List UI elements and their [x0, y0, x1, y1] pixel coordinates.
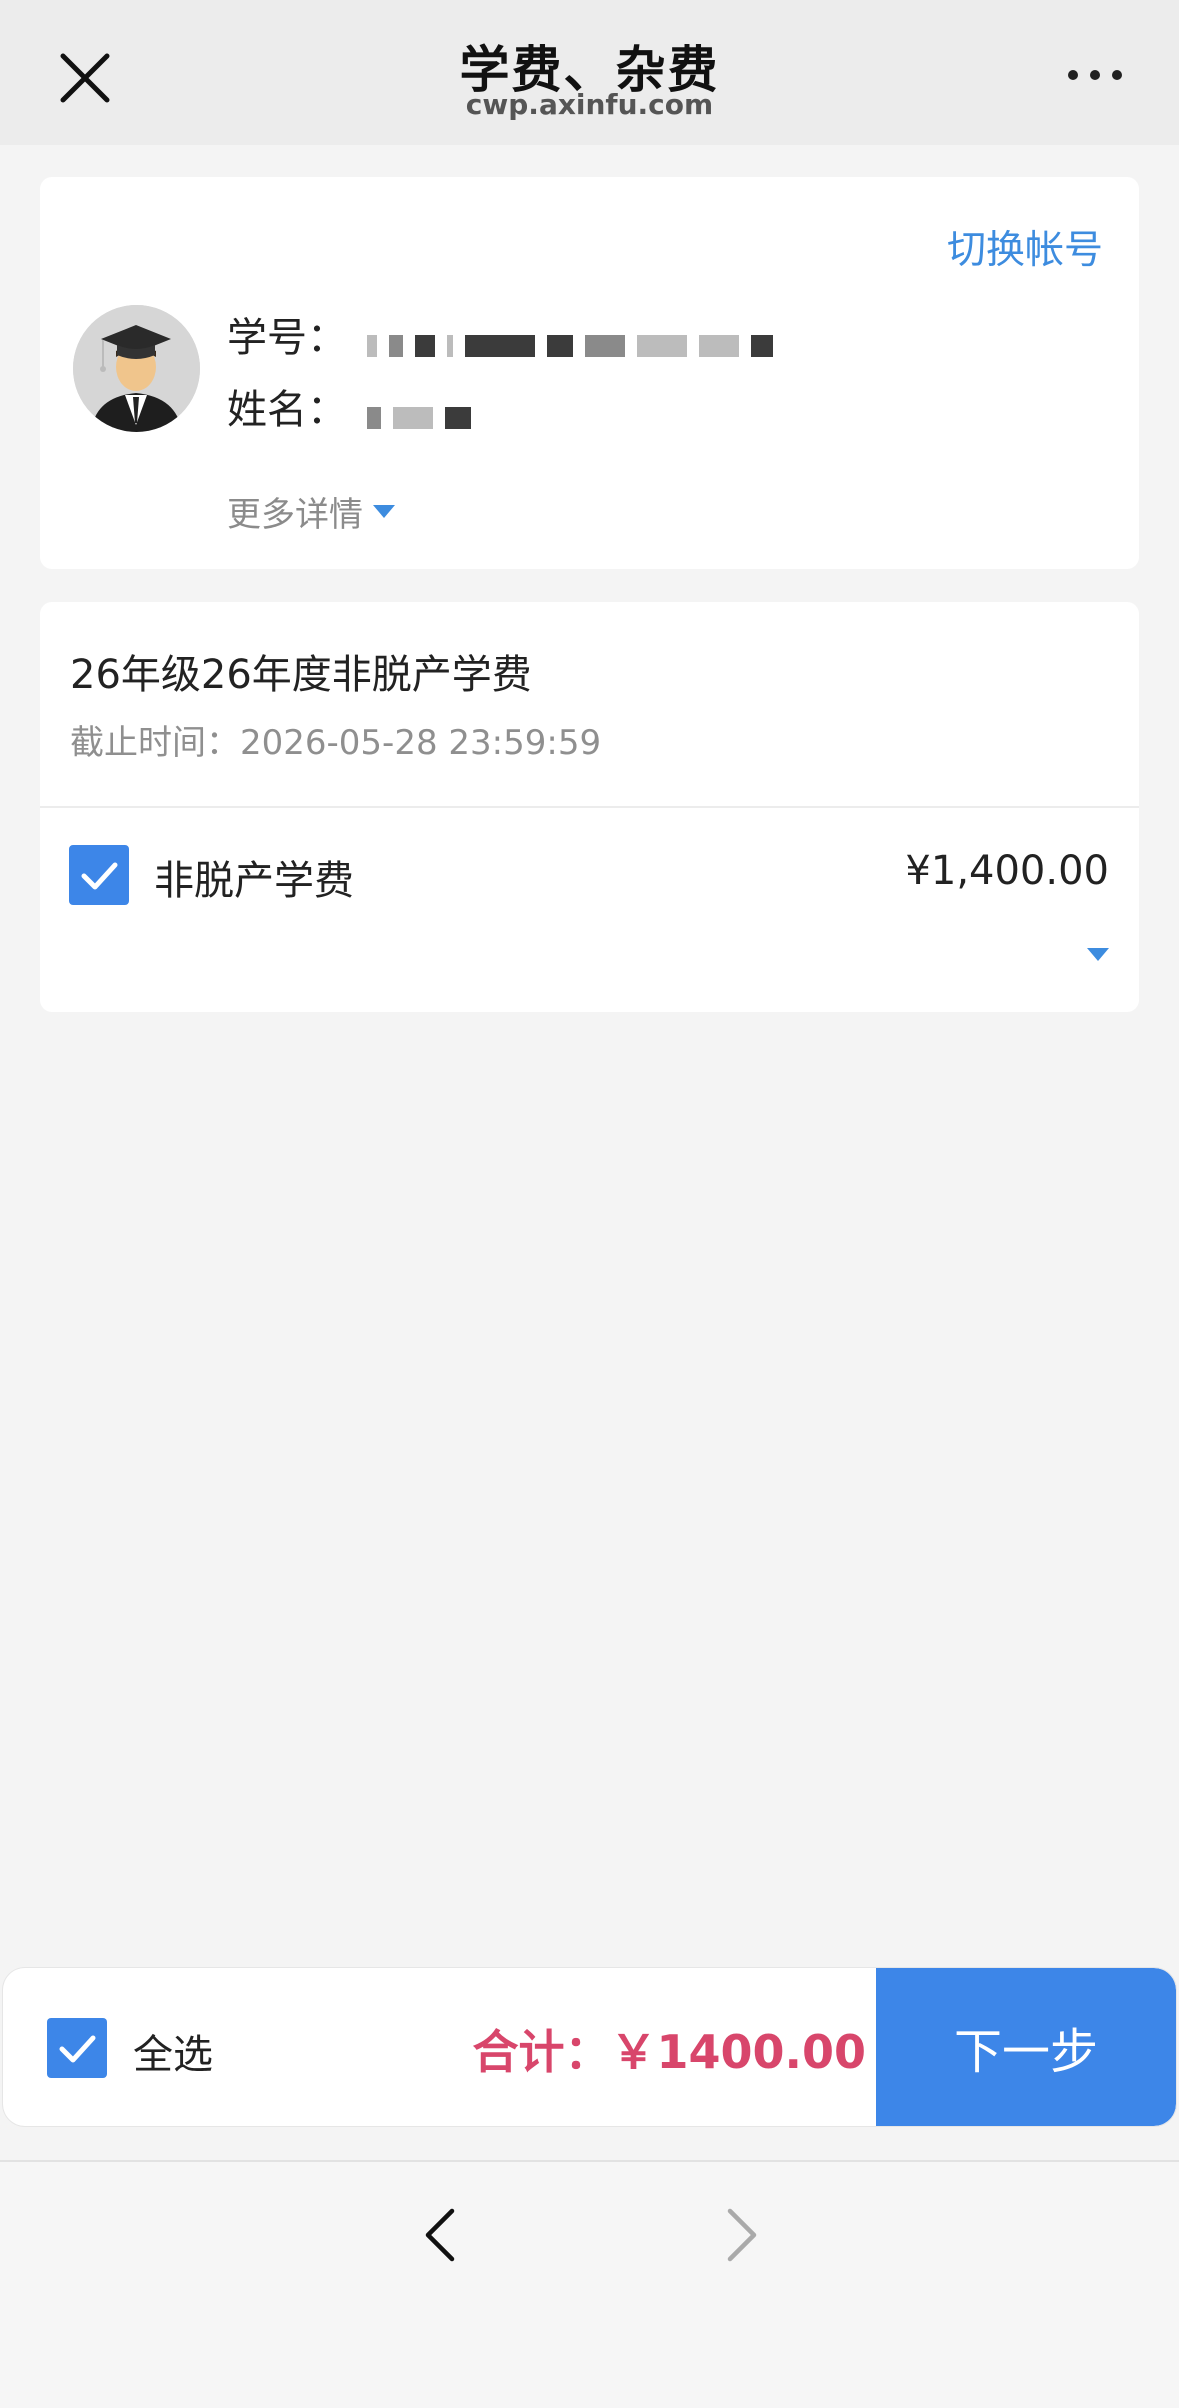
student-name-label: 姓名：: [227, 387, 347, 433]
checkout-bar: 全选 合计：￥1400.00 下一步: [3, 1968, 1176, 2126]
student-name-row: 姓名：: [227, 377, 483, 435]
browser-nav-bar: [0, 2162, 1179, 2408]
student-id-row: 学号：: [227, 305, 785, 363]
more-options-icon[interactable]: [1065, 60, 1125, 90]
student-id-redacted: [367, 321, 785, 357]
fee-title: 26年级26年度非脱产学费: [70, 652, 532, 698]
select-all-label: 全选: [133, 2032, 213, 2078]
fee-item-amount: ¥1,400.00: [905, 848, 1109, 894]
select-all-checkbox[interactable]: [47, 2018, 107, 2078]
fee-card: 26年级26年度非脱产学费 截止时间：2026-05-28 23:59:59 非…: [40, 602, 1139, 1012]
back-arrow-icon[interactable]: [420, 2205, 460, 2265]
fee-item-checkbox[interactable]: [69, 845, 129, 905]
fee-deadline: 截止时间：2026-05-28 23:59:59: [70, 723, 602, 763]
fee-item-label: 非脱产学费: [154, 858, 354, 904]
forward-arrow-icon[interactable]: [722, 2205, 762, 2265]
next-step-button[interactable]: 下一步: [876, 1968, 1176, 2126]
more-details-label: 更多详情: [227, 495, 363, 535]
total-amount: 合计：￥1400.00: [472, 2025, 866, 2079]
divider: [40, 806, 1139, 808]
graduate-avatar-icon: [73, 305, 200, 432]
account-card: 切换帐号 学号： 姓名： 更多详情: [40, 177, 1139, 569]
student-name-redacted: [367, 393, 483, 429]
switch-account-link[interactable]: 切换帐号: [947, 219, 1103, 275]
top-nav-bar: 学费、杂费 cwp.axinfu.com: [0, 0, 1179, 145]
expand-caret-icon[interactable]: [1087, 948, 1109, 961]
caret-down-icon: [373, 505, 395, 518]
student-id-label: 学号：: [227, 315, 347, 361]
page-url: cwp.axinfu.com: [465, 88, 714, 121]
more-details-toggle[interactable]: 更多详情: [227, 487, 395, 536]
